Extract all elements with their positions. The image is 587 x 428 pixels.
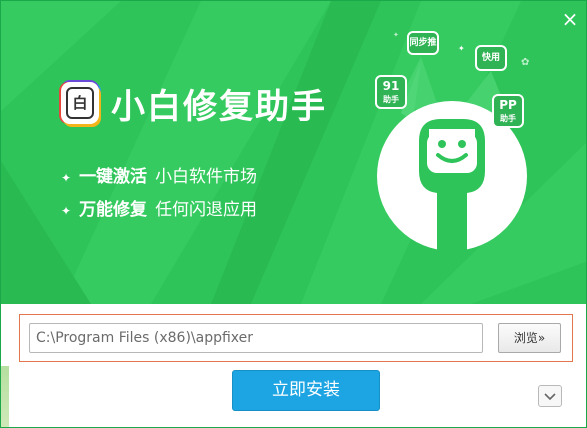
installer-window: × 白 小白修复助手 ✦ 一键激活 小白软件市场 ✦ 万能修复 任何闪退应用 ✦… (0, 0, 587, 428)
tongbutui-label: 同步推 (409, 38, 437, 48)
chevron-down-icon (544, 393, 556, 401)
kuaiyong-label: 快用 (481, 53, 500, 63)
91-sub-label: 助手 (383, 95, 399, 104)
install-now-button[interactable]: 立即安装 (232, 370, 380, 411)
svg-text:✦: ✦ (393, 31, 399, 39)
pp-assistant-app-badge: PP 助手 (492, 94, 524, 128)
svg-text:✿: ✿ (521, 57, 529, 68)
install-path-input[interactable] (29, 323, 483, 353)
91-label: 91 (382, 79, 400, 93)
91-assistant-app-badge: 91 助手 (375, 75, 407, 109)
banner: × 白 小白修复助手 ✦ 一键激活 小白软件市场 ✦ 万能修复 任何闪退应用 ✦… (1, 1, 586, 304)
expand-options-button[interactable] (538, 385, 562, 407)
pp-label: PP (499, 98, 517, 112)
pp-sub-label: 助手 (500, 114, 516, 123)
browse-button[interactable]: 浏览» (498, 323, 561, 353)
left-decoration (1, 366, 9, 427)
tongbutui-app-badge: 同步推 (407, 31, 439, 55)
svg-text:✦: ✦ (458, 44, 465, 53)
kuaiyong-app-badge: 快用 (475, 45, 507, 71)
